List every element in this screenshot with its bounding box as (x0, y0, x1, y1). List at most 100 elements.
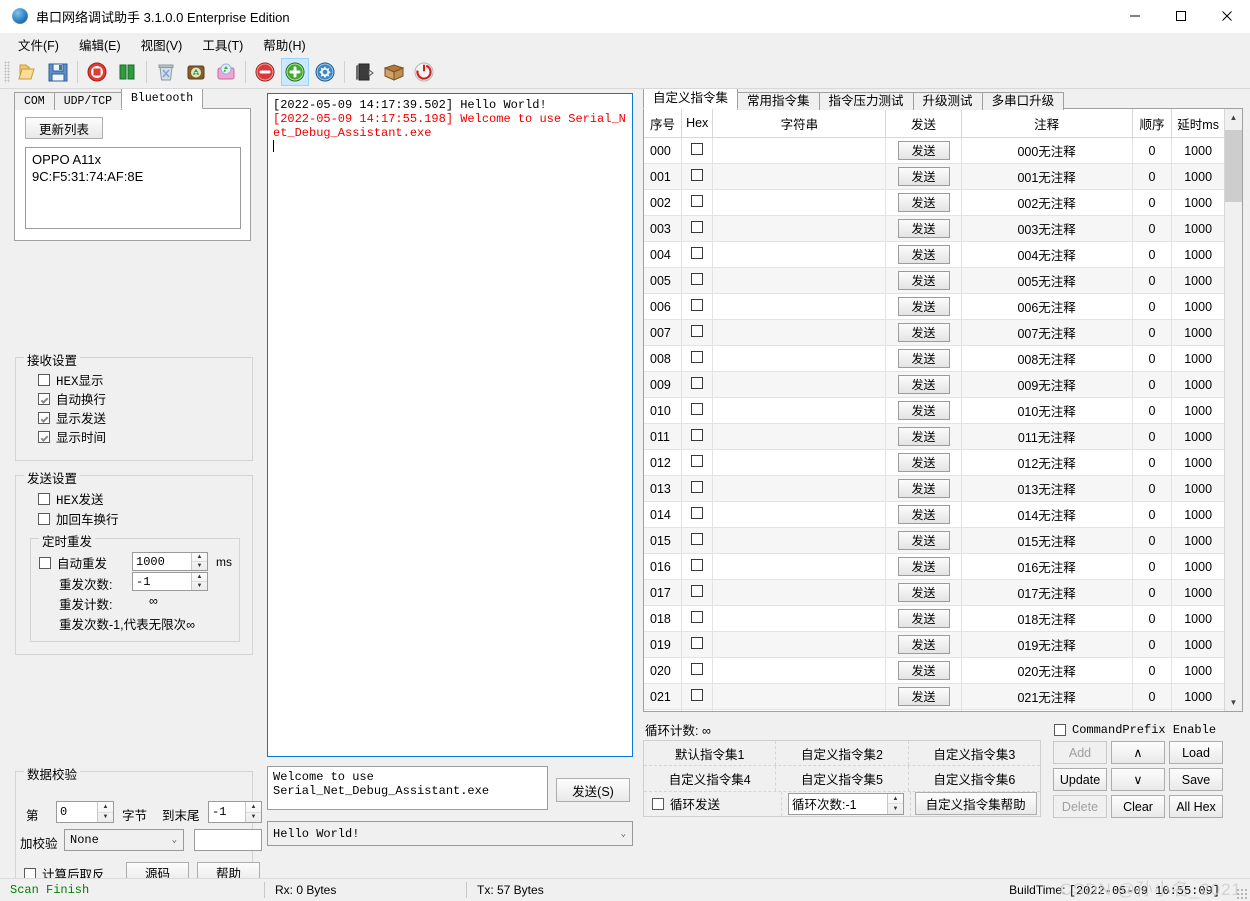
row-send-button[interactable]: 发送 (897, 557, 950, 576)
byte-to-input[interactable] (209, 802, 245, 822)
cell-note[interactable]: 011无注释 (961, 423, 1133, 450)
hex-checkbox[interactable] (691, 507, 704, 519)
cell-note[interactable]: 002无注释 (961, 189, 1133, 216)
hex-checkbox[interactable] (691, 143, 704, 155)
cell-string[interactable] (712, 163, 887, 190)
pause-icon[interactable] (113, 58, 141, 86)
cell-note[interactable]: 017无注释 (961, 579, 1133, 606)
cell-string[interactable] (712, 553, 887, 580)
row-send-button[interactable]: 发送 (897, 609, 950, 628)
open-folder-icon[interactable] (14, 58, 42, 86)
cell-order[interactable]: 0 (1132, 683, 1173, 710)
cell-order[interactable]: 0 (1132, 605, 1173, 632)
move-down-button[interactable]: ∨ (1111, 768, 1165, 791)
cell-order[interactable]: 0 (1132, 241, 1173, 268)
recycle-box-icon[interactable] (182, 58, 210, 86)
save-icon[interactable] (44, 58, 72, 86)
cell-delay[interactable]: 1000 (1171, 267, 1224, 294)
preset-set-1[interactable]: 默认指令集1 (644, 741, 777, 766)
cell-string[interactable] (712, 657, 887, 684)
row-send-button[interactable]: 发送 (897, 531, 950, 550)
col-index[interactable]: 序号 (644, 109, 683, 138)
command-table-scrollbar[interactable]: ▲ ▼ (1224, 109, 1242, 711)
hex-checkbox[interactable] (691, 611, 704, 623)
cell-hex[interactable] (681, 215, 714, 242)
col-string[interactable]: 字符串 (712, 109, 887, 138)
stepper-up-icon[interactable]: ▲ (192, 573, 207, 582)
cell-string[interactable] (712, 579, 887, 606)
cell-delay[interactable]: 1000 (1171, 449, 1224, 476)
scroll-down-icon[interactable]: ▼ (1225, 694, 1242, 711)
cell-order[interactable]: 0 (1132, 137, 1173, 164)
hex-checkbox[interactable] (691, 403, 704, 415)
resend-count-input[interactable] (133, 573, 191, 590)
row-send-button[interactable]: 发送 (897, 401, 950, 420)
list-item[interactable]: 9C:F5:31:74:AF:8E (26, 168, 240, 185)
resend-count-stepper[interactable]: ▲▼ (132, 572, 208, 591)
table-row[interactable]: 021 发送 021无注释 0 1000 (644, 683, 1224, 710)
loop-times-stepper[interactable]: ▲▼ (788, 792, 904, 815)
hex-checkbox[interactable] (691, 351, 704, 363)
cell-order[interactable]: 0 (1132, 267, 1173, 294)
preset-set-5[interactable]: 自定义指令集5 (776, 766, 909, 791)
cell-delay[interactable]: 1000 (1171, 631, 1224, 658)
cell-hex[interactable] (681, 371, 714, 398)
hex-checkbox[interactable] (691, 299, 704, 311)
cell-string[interactable] (712, 137, 887, 164)
row-send-button[interactable]: 发送 (897, 687, 950, 706)
save-button[interactable]: Save (1169, 768, 1223, 791)
checkbox-auto-resend[interactable]: 自动重发 (39, 553, 107, 572)
row-send-button[interactable]: 发送 (897, 349, 950, 368)
cell-hex[interactable] (681, 527, 714, 554)
maximize-button[interactable] (1158, 0, 1204, 32)
cell-hex[interactable] (681, 683, 714, 710)
cell-note[interactable]: 016无注释 (961, 553, 1133, 580)
delete-button[interactable]: Delete (1053, 795, 1107, 818)
tab-com[interactable]: COM (14, 92, 55, 110)
cell-order[interactable]: 0 (1132, 475, 1173, 502)
stepper-arrows[interactable]: ▲ ▼ (887, 793, 903, 814)
cell-delay[interactable]: 1000 (1171, 553, 1224, 580)
row-send-button[interactable]: 发送 (897, 453, 950, 472)
cell-string[interactable] (712, 397, 887, 424)
hex-checkbox[interactable] (691, 195, 704, 207)
toolbar-grip[interactable] (4, 60, 10, 83)
cell-order[interactable]: 0 (1132, 553, 1173, 580)
stepper-arrows[interactable]: ▲ ▼ (245, 802, 261, 822)
table-row[interactable]: 015 发送 015无注释 0 1000 (644, 527, 1224, 554)
menu-tools[interactable]: 工具(T) (192, 33, 253, 56)
cell-hex[interactable] (681, 553, 714, 580)
cell-order[interactable]: 0 (1132, 709, 1173, 711)
cell-string[interactable] (712, 215, 887, 242)
table-row[interactable]: 018 发送 018无注释 0 1000 (644, 605, 1224, 632)
hex-checkbox[interactable] (691, 559, 704, 571)
hex-checkbox[interactable] (691, 221, 704, 233)
menu-file[interactable]: 文件(F) (8, 33, 69, 56)
byte-to-stepper[interactable]: ▲▼ (208, 801, 262, 823)
cell-order[interactable]: 0 (1132, 397, 1173, 424)
resize-gripper[interactable] (1236, 888, 1248, 900)
cell-string[interactable] (712, 371, 887, 398)
cell-note[interactable]: 001无注释 (961, 163, 1133, 190)
cell-hex[interactable] (681, 449, 714, 476)
cell-hex[interactable] (681, 319, 714, 346)
cell-delay[interactable]: 1000 (1171, 319, 1224, 346)
row-send-button[interactable]: 发送 (897, 271, 950, 290)
hex-checkbox[interactable] (691, 533, 704, 545)
menu-help[interactable]: 帮助(H) (253, 33, 315, 56)
stepper-up-icon[interactable]: ▲ (246, 802, 261, 813)
byte-from-input[interactable] (57, 802, 97, 822)
cell-order[interactable]: 0 (1132, 215, 1173, 242)
stop-icon[interactable] (83, 58, 111, 86)
cell-note[interactable]: 021无注释 (961, 683, 1133, 710)
checkbox-show-time[interactable]: 显示时间 (38, 427, 106, 446)
cell-string[interactable] (712, 527, 887, 554)
tab-custom-command-set[interactable]: 自定义指令集 (643, 89, 739, 109)
load-button[interactable]: Load (1169, 741, 1223, 764)
custom-command-set-help-button[interactable]: 自定义指令集帮助 (914, 792, 1037, 816)
hex-checkbox[interactable] (691, 663, 704, 675)
cell-note[interactable]: 012无注释 (961, 449, 1133, 476)
data-check-help-button[interactable]: 帮助 (197, 862, 260, 878)
close-button[interactable] (1204, 0, 1250, 32)
cell-note[interactable]: 004无注释 (961, 241, 1133, 268)
